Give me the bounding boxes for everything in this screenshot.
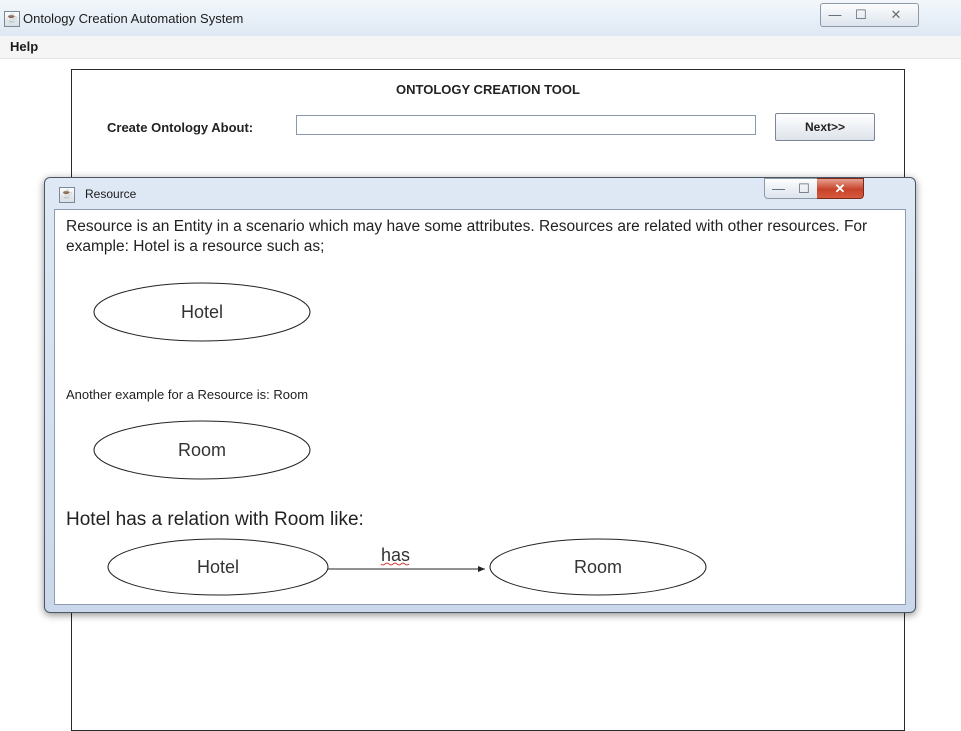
tool-title: ONTOLOGY CREATION TOOL	[396, 82, 580, 97]
dialog-title: Resource	[85, 187, 137, 201]
window-title: Ontology Creation Automation System	[23, 11, 244, 26]
resource-dialog: ☕ Resource — ☐ ✕ Resource is an Entity i…	[44, 177, 916, 613]
relation-to-label: Room	[574, 557, 622, 577]
create-ontology-label: Create Ontology About:	[107, 120, 254, 135]
maximize-button[interactable]: ☐	[848, 3, 875, 27]
dialog-body: Resource is an Entity in a scenario whic…	[54, 209, 906, 605]
close-button[interactable]: ✕	[874, 3, 919, 27]
hotel-node: Hotel	[93, 282, 311, 342]
dialog-minimize-button[interactable]: —	[764, 178, 793, 199]
main-titlebar[interactable]: ☕ Ontology Creation Automation System — …	[0, 0, 961, 36]
java-icon: ☕	[4, 11, 20, 27]
menu-help[interactable]: Help	[10, 39, 38, 54]
relation-text: Hotel has a relation with Room like:	[66, 509, 364, 530]
dialog-titlebar[interactable]: ☕ Resource — ☐ ✕	[45, 178, 915, 206]
example-text: Another example for a Resource is: Room	[66, 387, 309, 402]
next-button[interactable]: Next>>	[775, 113, 875, 141]
relation-diagram: Hotel has Room	[107, 538, 707, 596]
hotel-node-label: Hotel	[181, 302, 223, 322]
room-node-label: Room	[178, 440, 226, 460]
resource-diagram: Hotel Room Hotel has Room	[93, 282, 707, 596]
relation-edge-label: has	[381, 545, 410, 565]
java-icon: ☕	[59, 187, 75, 203]
create-ontology-input[interactable]	[296, 115, 756, 135]
dialog-maximize-button[interactable]: ☐	[791, 178, 818, 199]
room-node: Room	[93, 420, 311, 480]
dialog-close-button[interactable]: ✕	[817, 178, 864, 199]
minimize-button[interactable]: —	[820, 3, 850, 27]
relation-from-label: Hotel	[197, 557, 239, 577]
menubar: Help	[0, 36, 961, 59]
